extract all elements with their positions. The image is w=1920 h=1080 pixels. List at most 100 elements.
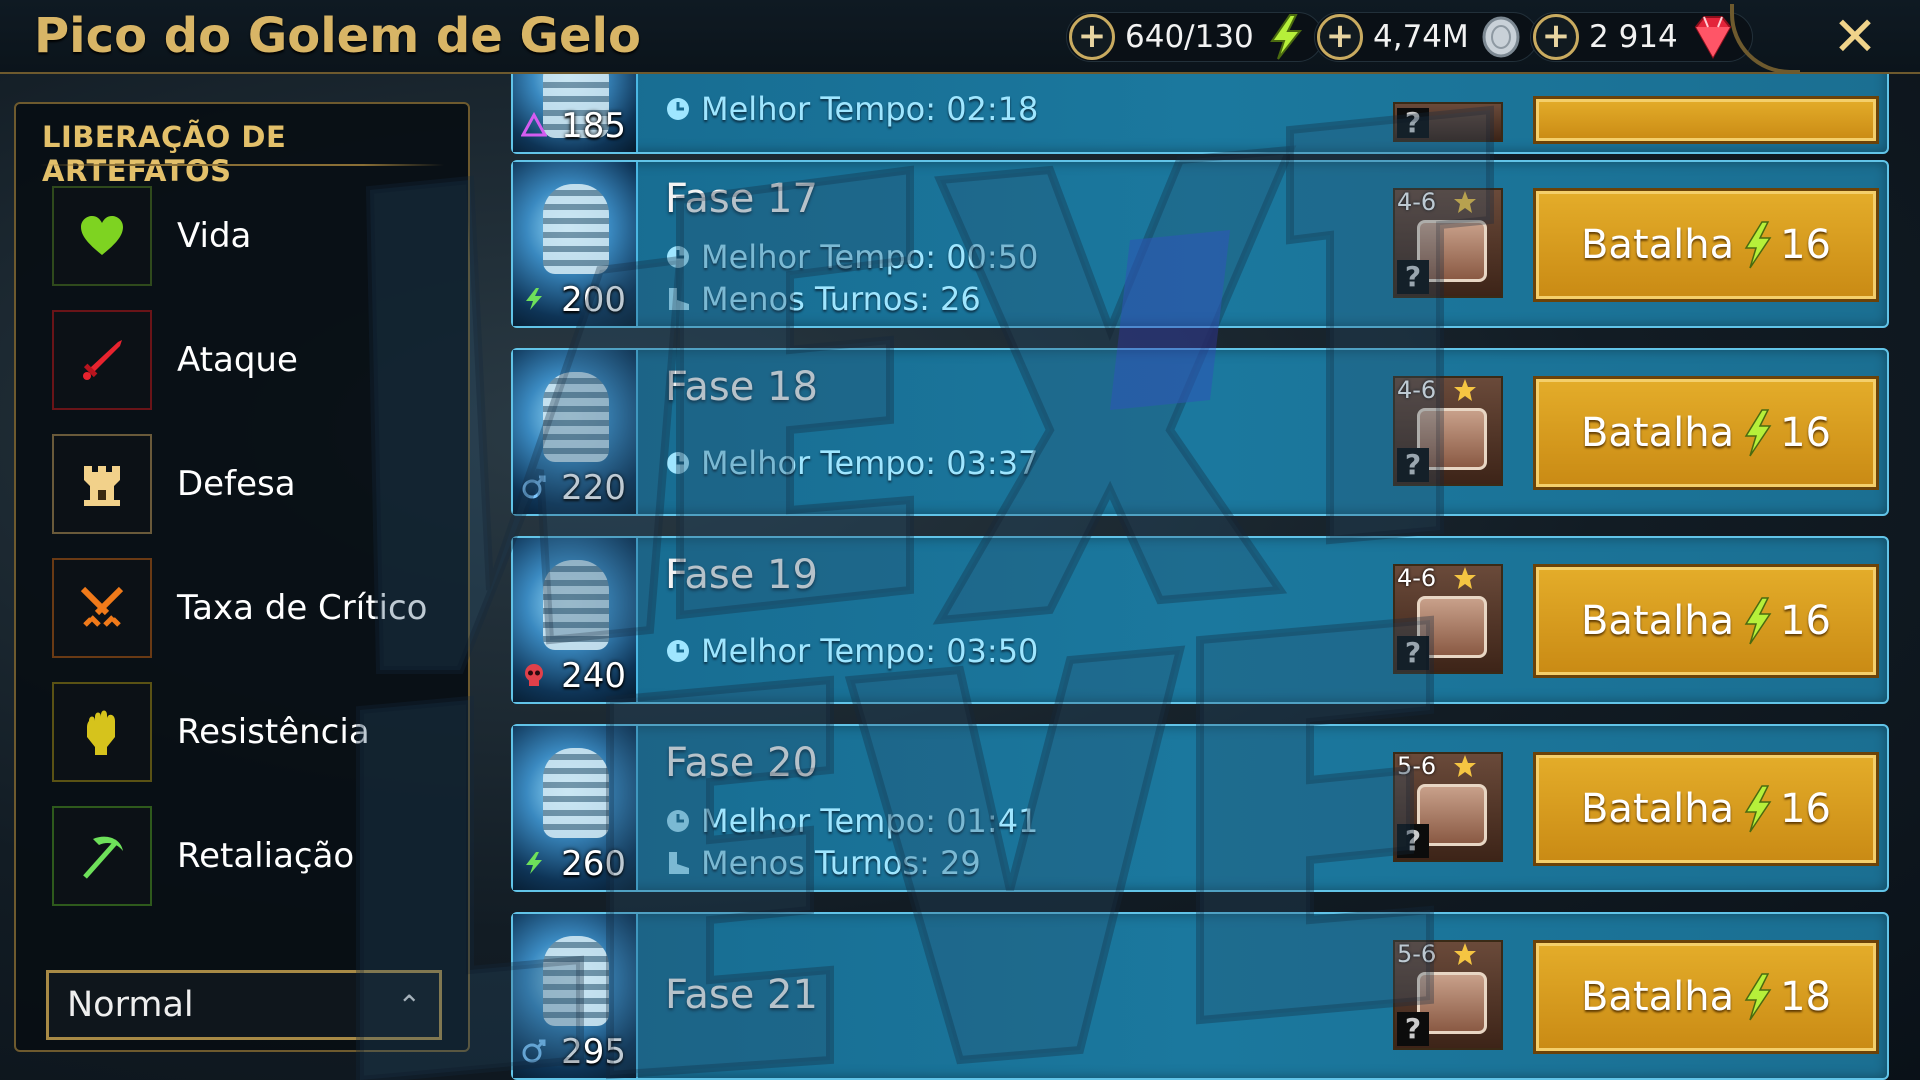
- gem-resource[interactable]: + 2 914: [1530, 12, 1753, 62]
- silver-coin-icon: [1482, 16, 1520, 58]
- filter-item-vida[interactable]: Vida: [52, 186, 452, 286]
- least-turns-text: Menos Turnos: 29: [701, 844, 981, 882]
- enemy-power: 200: [561, 280, 626, 320]
- star-icon: [1454, 943, 1476, 965]
- add-silver-button[interactable]: +: [1317, 14, 1363, 60]
- energy-cost: 18: [1780, 974, 1832, 1020]
- silver-value: 4,74M: [1373, 19, 1469, 55]
- energy-bolt-icon: [1744, 597, 1772, 645]
- energy-bolt-icon: [1744, 785, 1772, 833]
- enemy-power: 295: [561, 1032, 626, 1072]
- enemy-power: 240: [561, 656, 626, 696]
- enemy-power: 260: [561, 844, 626, 884]
- unknown-reward-icon: ?: [1397, 260, 1429, 294]
- filter-item-retaliacao[interactable]: Retaliação: [52, 806, 452, 906]
- reward-chest[interactable]: 4-6 ?: [1393, 188, 1503, 298]
- boot-icon: [669, 852, 689, 874]
- silver-resource[interactable]: + 4,74M: [1314, 12, 1538, 62]
- reward-chest[interactable]: 4-6 ?: [1393, 376, 1503, 486]
- golem-portrait: [543, 372, 609, 462]
- battle-button[interactable]: Batalha 18: [1533, 940, 1879, 1054]
- stage-card: 220 Fase 18 Melhor Tempo: 03:37 4-6 ? Ba…: [511, 348, 1889, 516]
- stage-name: Fase 20: [665, 740, 818, 786]
- difficulty-select[interactable]: Normal ⌃: [46, 970, 442, 1040]
- skull-icon: [525, 664, 543, 686]
- battle-button[interactable]: [1533, 96, 1879, 144]
- clock-icon: [667, 246, 689, 268]
- stage-card: 295 Fase 21 5-6 ? Batalha 18: [511, 912, 1889, 1080]
- energy-cost: 16: [1780, 786, 1832, 832]
- boot-icon: [669, 288, 689, 310]
- battle-label: Batalha: [1580, 598, 1735, 644]
- reward-rank-range: 4-6: [1397, 376, 1437, 404]
- filter-item-taxa-de-critico[interactable]: Taxa de Crítico: [52, 558, 452, 658]
- energy-bolt-icon: [1744, 409, 1772, 457]
- add-energy-button[interactable]: +: [1069, 14, 1115, 60]
- stage-name: Fase 17: [665, 176, 818, 222]
- unknown-reward-icon: ?: [1397, 448, 1429, 482]
- filter-label: Defesa: [177, 464, 296, 504]
- clock-icon: [667, 810, 689, 832]
- enemy-power: 220: [561, 468, 626, 508]
- best-time-text: Melhor Tempo: 03:50: [701, 632, 1039, 670]
- filter-item-resistencia[interactable]: Resistência: [52, 682, 452, 782]
- unknown-reward-icon: ?: [1397, 108, 1429, 138]
- magic-icon: [522, 475, 546, 499]
- best-time-text: Melhor Tempo: 03:37: [701, 444, 1039, 482]
- best-time: Melhor Tempo: 03:37: [665, 444, 1038, 482]
- reward-rank-range: 5-6: [1397, 752, 1437, 780]
- panel-title: LIBERAÇÃO DE ARTEFATOS: [42, 120, 287, 188]
- chevron-up-icon: ⌃: [397, 988, 421, 1022]
- close-button[interactable]: ✕: [1828, 10, 1882, 64]
- clock-icon: [667, 640, 689, 662]
- reward-chest[interactable]: ?: [1393, 102, 1503, 142]
- reward-rank-range: 5-6: [1397, 940, 1437, 968]
- best-time-text: Melhor Tempo: 01:41: [701, 802, 1039, 840]
- filter-label: Retaliação: [177, 836, 355, 876]
- energy-resource[interactable]: + 640/130: [1066, 12, 1323, 62]
- least-turns: Menos Turnos: 29: [665, 844, 981, 882]
- golem-portrait: [543, 560, 609, 650]
- energy-cost: 16: [1780, 410, 1832, 456]
- battle-label: Batalha: [1580, 974, 1735, 1020]
- energy-bolt-icon: [1269, 14, 1302, 60]
- battle-button[interactable]: Batalha 16: [1533, 564, 1879, 678]
- enemy-power: 185: [561, 106, 626, 146]
- battle-label: Batalha: [1580, 222, 1735, 268]
- stage-card: 200 Fase 17 Melhor Tempo: 00:50 Menos Tu…: [511, 160, 1889, 328]
- filter-item-defesa[interactable]: Defesa: [52, 434, 452, 534]
- sword-icon: [52, 310, 152, 410]
- best-time: Melhor Tempo: 02:18: [665, 90, 1038, 128]
- reward-chest[interactable]: 5-6 ?: [1393, 752, 1503, 862]
- reward-rank-range: 4-6: [1397, 564, 1437, 592]
- energy-cost: 16: [1780, 598, 1832, 644]
- fist-icon: [52, 682, 152, 782]
- battle-button[interactable]: Batalha 16: [1533, 752, 1879, 866]
- magic-icon: [522, 1039, 546, 1063]
- golem-portrait: [543, 748, 609, 838]
- battle-button[interactable]: Batalha 16: [1533, 188, 1879, 302]
- best-time-text: Melhor Tempo: 02:18: [701, 90, 1039, 128]
- filter-item-ataque[interactable]: Ataque: [52, 310, 452, 410]
- stage-thumbnail: 200: [513, 162, 638, 326]
- battle-button[interactable]: Batalha 16: [1533, 376, 1879, 490]
- divider: [40, 164, 444, 166]
- triangle-icon: [521, 112, 547, 137]
- filter-label: Ataque: [177, 340, 298, 380]
- least-turns: Menos Turnos: 26: [665, 280, 981, 318]
- star-icon: [1454, 567, 1476, 589]
- golem-portrait: [543, 184, 609, 274]
- stage-card: 240 Fase 19 Melhor Tempo: 03:50 4-6 ? Ba…: [511, 536, 1889, 704]
- reward-rank-range: 4-6: [1397, 188, 1437, 216]
- add-gem-button[interactable]: +: [1533, 14, 1579, 60]
- stage-card: 185 Melhor Tempo: 02:18 ?: [511, 74, 1889, 154]
- star-icon: [1454, 379, 1476, 401]
- stage-list[interactable]: 185 Melhor Tempo: 02:18 ? 200 Fase 17 Me…: [505, 74, 1895, 1080]
- difficulty-value: Normal: [67, 985, 194, 1025]
- clock-icon: [667, 452, 689, 474]
- unknown-reward-icon: ?: [1397, 636, 1429, 670]
- reward-chest[interactable]: 5-6 ?: [1393, 940, 1503, 1050]
- corner-ornament: [1730, 4, 1800, 74]
- castle-tower-icon: [52, 434, 152, 534]
- reward-chest[interactable]: 4-6 ?: [1393, 564, 1503, 674]
